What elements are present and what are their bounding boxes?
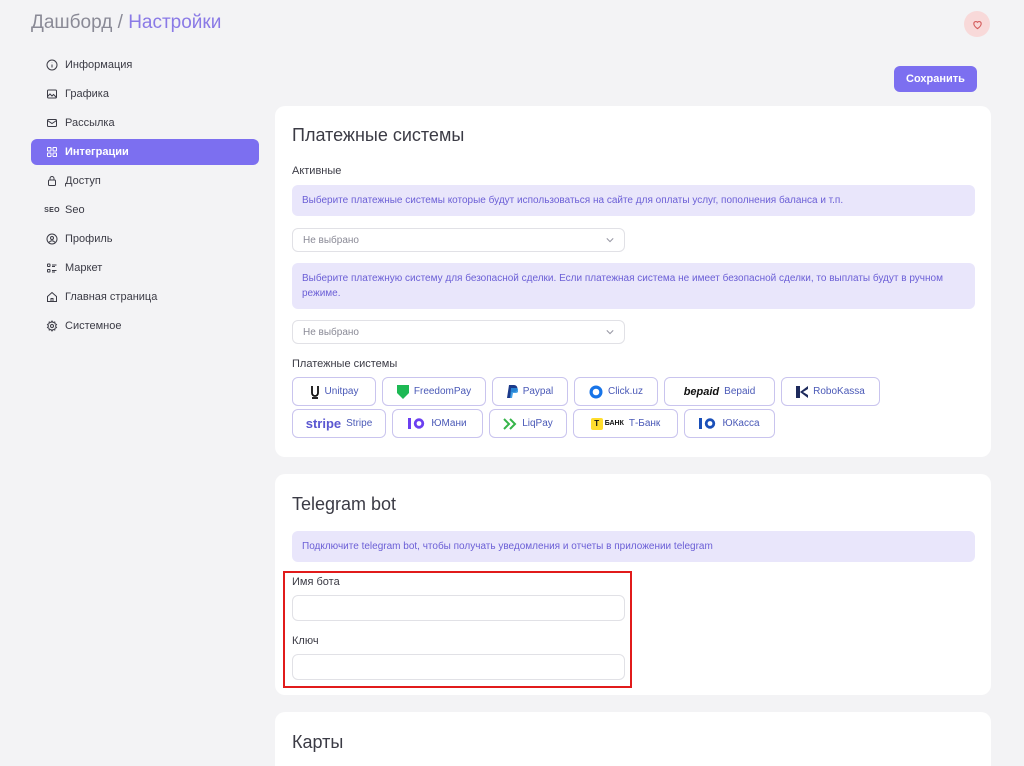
sidebar-item-label: Информация [65,59,133,71]
favorite-button[interactable] [964,11,990,37]
chip-label: LiqPay [522,418,553,429]
sidebar-item-info[interactable]: Информация [31,52,259,78]
breadcrumb-current: Настройки [128,12,222,33]
lock-icon [46,175,58,187]
list-icon [46,262,58,274]
liqpay-logo [503,417,517,430]
sidebar-item-system[interactable]: Системное [31,313,259,339]
yukassa-logo [699,417,717,430]
sidebar-item-label: Системное [65,320,122,332]
payment-chip-liqpay[interactable]: LiqPay [489,409,567,438]
payment-chips-row: Unitpay FreedomPay Paypal Click.uz bepai… [292,377,880,406]
sidebar-item-label: Доступ [65,175,101,187]
chip-label: Click.uz [607,386,643,397]
sidebar-item-label: Seo [65,204,85,216]
chip-label: Bepaid [724,386,756,397]
chevron-down-icon [606,330,614,335]
info-note: Подключите telegram bot, чтобы получать … [292,531,975,562]
unitpay-logo [310,385,320,399]
payment-chip-bepaid[interactable]: bepaid Bepaid [664,377,775,406]
payment-chip-freedompay[interactable]: FreedomPay [382,377,486,406]
info-note: Выберите платежную систему для безопасно… [292,263,975,309]
save-button[interactable]: Сохранить [894,66,977,92]
sidebar-item-label: Главная страница [65,291,158,303]
payment-systems-select[interactable]: Не выбрано [292,228,625,252]
mail-icon [46,117,58,129]
info-note: Выберите платежные системы которые будут… [292,185,975,216]
chip-label: Unitpay [324,386,359,397]
section-title: Telegram bot [292,494,397,514]
breadcrumb: Дашборд / Настройки [31,12,221,34]
payment-chip-yukassa[interactable]: ЮКасса [684,409,775,438]
freedompay-logo [396,384,409,399]
paypal-logo [506,385,518,398]
chevron-down-icon [606,238,614,243]
payment-systems-label: Платежные системы [292,358,398,370]
sidebar-item-graphics[interactable]: Графика [31,81,259,107]
sidebar-item-profile[interactable]: Профиль [31,226,259,252]
sidebar-item-market[interactable]: Маркет [31,255,259,281]
chip-label: RoboKassa [813,386,865,397]
chip-label: ЮМани [431,418,467,429]
payment-chip-paypal[interactable]: Paypal [492,377,568,406]
sidebar: Информация Графика Рассылка Интеграции Д… [31,52,259,342]
stripe-logo: stripe [305,416,342,431]
chip-label: ЮКасса [722,418,760,429]
payment-systems-card: Платежные системы Активные Выберите плат… [275,106,991,457]
sidebar-item-label: Рассылка [65,117,115,129]
payment-chip-unitpay[interactable]: Unitpay [292,377,376,406]
seo-icon: SEO [44,206,60,214]
select-value: Не выбрано [303,326,359,338]
chip-label: Paypal [522,386,554,397]
maps-card: Карты [275,712,991,766]
user-icon [46,233,58,245]
breadcrumb-separator: / [117,12,123,33]
image-icon [46,88,58,100]
active-label: Активные [292,165,342,177]
chip-label: Т-Банк [628,418,661,429]
yumoney-logo [408,417,426,430]
focus-highlight-box [283,571,632,688]
section-title: Карты [292,732,344,752]
sidebar-item-integrations[interactable]: Интеграции [31,139,259,165]
robokassa-logo [796,385,809,398]
home-icon [46,291,58,303]
payment-chips-row: stripe Stripe ЮМани LiqPay Т БАНК Т-Банк… [292,409,775,438]
clickuz-logo [589,385,603,399]
payment-chip-tbank[interactable]: Т БАНК Т-Банк [573,409,678,438]
sidebar-item-label: Графика [65,88,109,100]
sidebar-item-label: Интеграции [65,146,129,158]
sidebar-item-access[interactable]: Доступ [31,168,259,194]
heart-icon [972,20,982,29]
chip-label: FreedomPay [413,386,472,397]
grid-icon [46,146,58,158]
sidebar-item-mailing[interactable]: Рассылка [31,110,259,136]
sidebar-item-label: Профиль [65,233,113,245]
chip-label: Stripe [346,418,373,429]
select-value: Не выбрано [303,234,359,246]
section-title: Платежные системы [292,125,465,145]
breadcrumb-root[interactable]: Дашборд [31,12,112,33]
tbank-logo: Т БАНК [590,417,624,430]
tbank-logo-text: БАНК [604,420,624,427]
sidebar-item-seo[interactable]: SEO Seo [31,197,259,223]
gear-icon [46,320,58,332]
payment-chip-clickuz[interactable]: Click.uz [574,377,658,406]
info-icon [46,59,58,71]
payment-chip-stripe[interactable]: stripe Stripe [292,409,386,438]
bepaid-logo: bepaid [683,385,720,398]
payment-chip-robokassa[interactable]: RoboKassa [781,377,880,406]
sidebar-item-home[interactable]: Главная страница [31,284,259,310]
payment-chip-yumoney[interactable]: ЮМани [392,409,483,438]
safe-deal-select[interactable]: Не выбрано [292,320,625,344]
sidebar-item-label: Маркет [65,262,103,274]
